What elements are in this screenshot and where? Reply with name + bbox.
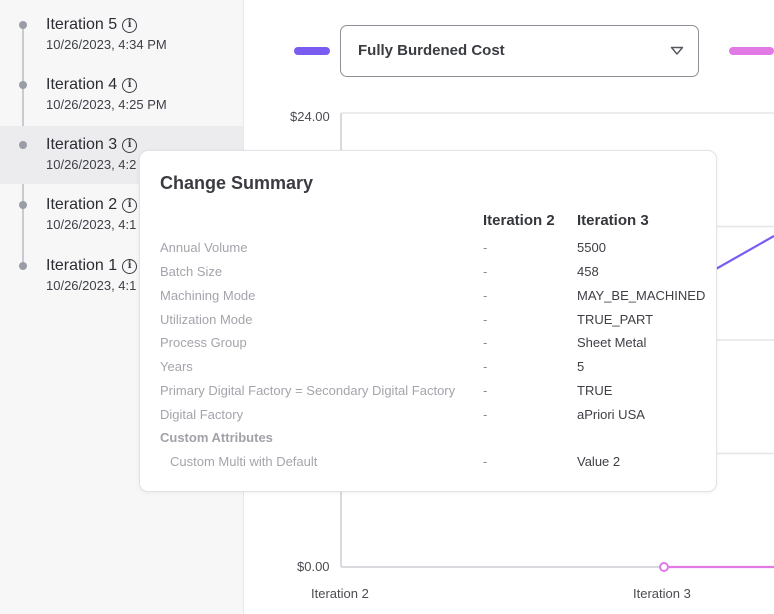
column-header-current: Iteration 3 — [577, 212, 649, 229]
current-value: Value 2 — [577, 454, 621, 469]
previous-value: - — [483, 359, 488, 374]
summary-row: Utilization Mode - TRUE_PART — [140, 312, 716, 332]
previous-value: - — [483, 312, 488, 327]
current-value: TRUE — [577, 383, 613, 398]
change-summary-tooltip: Change Summary Iteration 2 Iteration 3 A… — [139, 150, 717, 492]
column-header-previous: Iteration 2 — [483, 212, 555, 229]
summary-section-heading: Custom Attributes — [140, 430, 716, 450]
summary-row: Years - 5 — [140, 359, 716, 379]
previous-value: - — [483, 454, 488, 469]
current-value: MAY_BE_MACHINED — [577, 288, 706, 303]
current-value: Sheet Metal — [577, 335, 647, 350]
x-tick-label: Iteration 2 — [311, 586, 369, 601]
current-value: 5 — [577, 359, 585, 374]
summary-row: Batch Size - 458 — [140, 264, 716, 284]
attribute-name: Custom Multi with Default — [170, 454, 318, 469]
x-tick-label: Iteration 3 — [633, 586, 691, 601]
previous-value: - — [483, 264, 488, 279]
y-tick-label: $0.00 — [297, 559, 330, 574]
current-value: aPriori USA — [577, 407, 645, 422]
attribute-name: Digital Factory — [160, 407, 244, 422]
attribute-name: Batch Size — [160, 264, 223, 279]
change-summary-title: Change Summary — [160, 173, 314, 193]
attribute-name: Utilization Mode — [160, 312, 253, 327]
summary-row: Primary Digital Factory = Secondary Digi… — [140, 383, 716, 403]
y-tick-label: $24.00 — [290, 109, 330, 124]
current-value: TRUE_PART — [577, 312, 654, 327]
previous-value: - — [483, 407, 488, 422]
current-value: 458 — [577, 264, 599, 279]
summary-row: Machining Mode - MAY_BE_MACHINED — [140, 288, 716, 308]
attribute-name: Process Group — [160, 335, 247, 350]
attribute-name: Annual Volume — [160, 240, 248, 255]
current-value: 5500 — [577, 240, 606, 255]
previous-value: - — [483, 240, 488, 255]
summary-row: Process Group - Sheet Metal — [140, 335, 716, 355]
attribute-name: Machining Mode — [160, 288, 256, 303]
summary-row: Digital Factory - aPriori USA — [140, 407, 716, 427]
previous-value: - — [483, 288, 488, 303]
attribute-name: Primary Digital Factory = Secondary Digi… — [160, 383, 456, 398]
summary-row: Custom Multi with Default - Value 2 — [140, 454, 716, 474]
previous-value: - — [483, 335, 488, 350]
previous-value: - — [483, 383, 488, 398]
section-title: Custom Attributes — [160, 430, 273, 445]
data-point — [659, 562, 669, 572]
summary-row: Annual Volume - 5500 — [140, 240, 716, 260]
attribute-name: Years — [160, 359, 193, 374]
